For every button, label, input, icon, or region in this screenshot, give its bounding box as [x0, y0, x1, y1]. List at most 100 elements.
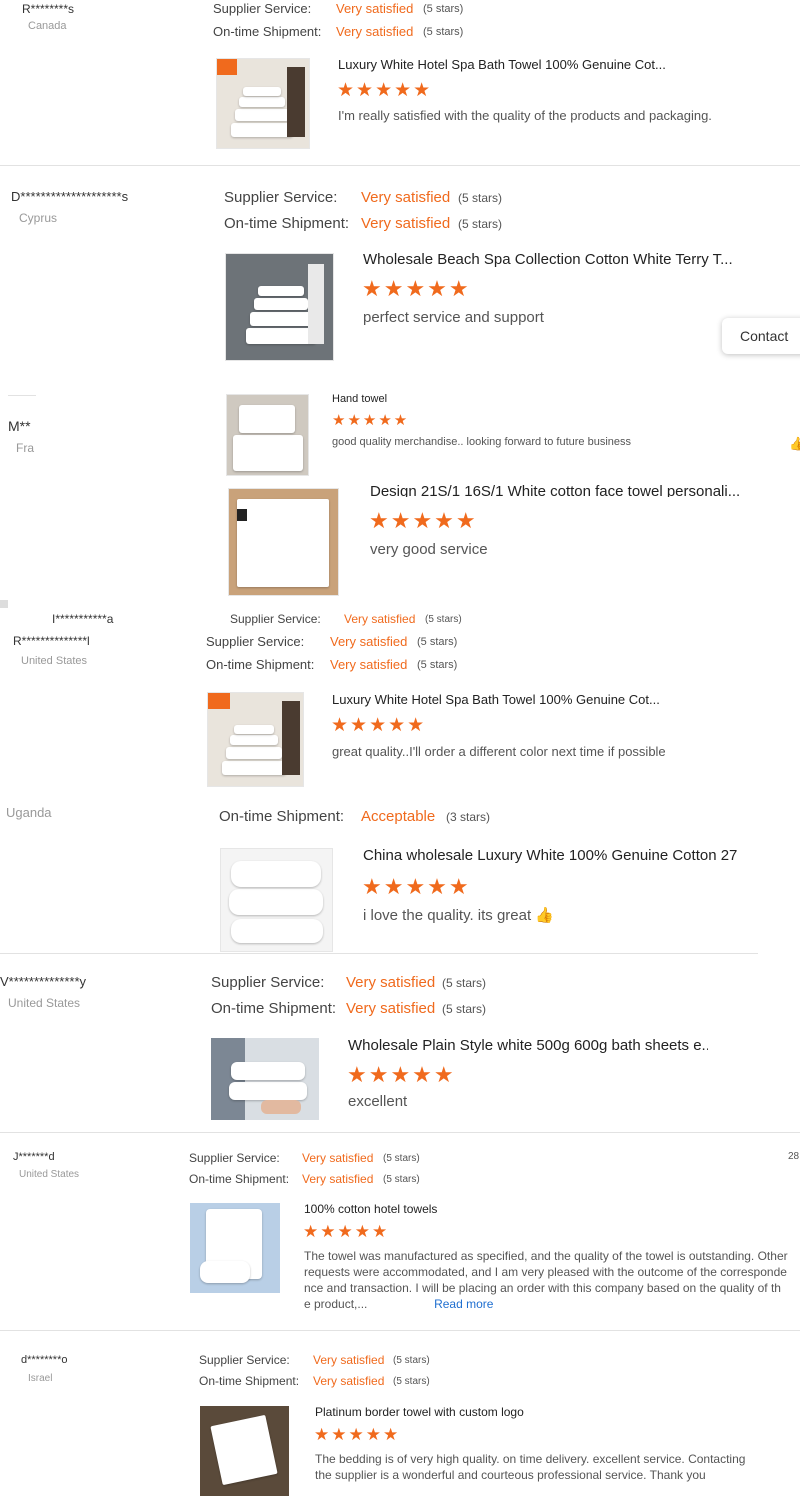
side-number: 28: [788, 1151, 800, 1162]
star-rating: ★★★★★: [331, 715, 427, 736]
reviewer-country: United States: [8, 996, 81, 1010]
review-comment: good quality merchandise.. looking forwa…: [332, 436, 632, 448]
review-comment-line: e product,...: [304, 1297, 368, 1311]
reviewer-name: M**: [8, 418, 31, 434]
review-comment-last-line: e product,... Read more: [304, 1296, 798, 1312]
ontime-shipment-label: On-time Shipment:: [213, 24, 322, 39]
review-comment-line: nce and transaction. I will be placing a…: [304, 1281, 781, 1295]
product-title[interactable]: Luxury White Hotel Spa Bath Towel 100% G…: [332, 692, 672, 707]
ontime-shipment-label: On-time Shipment:: [189, 1172, 290, 1186]
reviewer-country: Canada: [28, 20, 67, 32]
ontime-shipment-label: On-time Shipment:: [206, 657, 315, 672]
ontime-shipment-value: Very satisfied: [302, 1172, 374, 1186]
product-thumbnail[interactable]: [207, 692, 304, 787]
ontime-shipment-stars: (5 stars): [442, 1002, 487, 1016]
product-title[interactable]: 100% cotton hotel towels: [304, 1202, 604, 1216]
ontime-shipment-label: On-time Shipment:: [224, 215, 350, 232]
review-comment: very good service: [370, 541, 488, 558]
product-thumbnail[interactable]: [211, 1038, 319, 1120]
supplier-service-value: Very satisfied: [344, 612, 416, 626]
reviewer-country: United States: [21, 655, 88, 667]
product-title[interactable]: Wholesale Beach Spa Collection Cotton Wh…: [363, 251, 733, 268]
ontime-shipment-value: Very satisfied: [313, 1374, 385, 1388]
review-comment-line: The towel was manufactured as specified,…: [304, 1249, 788, 1263]
review-divider: [0, 953, 758, 954]
ontime-shipment-stars: (5 stars): [423, 26, 464, 38]
product-thumbnail[interactable]: [220, 848, 333, 952]
review-comment-line: The bedding is of very high quality. on …: [315, 1452, 746, 1466]
ontime-shipment-stars: (5 stars): [393, 1376, 430, 1387]
reviewer-country: Cyprus: [19, 211, 58, 225]
supplier-service-value: Very satisfied: [302, 1151, 374, 1165]
supplier-service-label: Supplier Service:: [224, 189, 338, 206]
supplier-service-label: Supplier Service:: [206, 634, 305, 649]
thumbs-up-icon[interactable]: 👍: [789, 436, 800, 452]
supplier-service-stars: (5 stars): [417, 636, 458, 648]
review-card: R**************l United States Supplier …: [0, 632, 800, 792]
product-thumbnail[interactable]: [216, 58, 310, 149]
reviewer-country: United States: [19, 1169, 80, 1180]
review-comment: The towel was manufactured as specified,…: [304, 1248, 798, 1312]
review-card: d********o Israel Supplier Service: Very…: [0, 1348, 800, 1500]
review-comment: I'm really satisfied with the quality of…: [338, 108, 712, 123]
product-title[interactable]: Design 21S/1 16S/1 White cotton face tow…: [370, 483, 750, 497]
supplier-service-value: Very satisfied: [346, 974, 436, 991]
product-thumbnail[interactable]: [226, 394, 309, 476]
product-title[interactable]: Hand towel: [332, 393, 532, 405]
product-thumbnail[interactable]: [200, 1406, 289, 1496]
read-more-link[interactable]: Read more: [434, 1297, 493, 1311]
review-comment: The bedding is of very high quality. on …: [315, 1451, 795, 1483]
supplier-service-value: Very satisfied: [313, 1353, 385, 1367]
star-rating: ★★★★★: [332, 412, 410, 429]
supplier-service-label: Supplier Service:: [230, 612, 321, 626]
supplier-service-stars: (5 stars): [458, 191, 503, 205]
contact-button[interactable]: Contact: [722, 318, 800, 354]
star-rating: ★★★★★: [362, 276, 471, 301]
star-rating: ★★★★★: [347, 1062, 456, 1087]
reviewer-name: d********o: [21, 1354, 68, 1366]
supplier-service-stars: (5 stars): [442, 976, 487, 990]
review-card: V**************y United States Supplier …: [0, 970, 800, 1133]
review-comment-line: requests were accommodated, and I am ver…: [304, 1265, 787, 1279]
star-rating: ★★★★★: [362, 874, 471, 899]
star-rating: ★★★★★: [303, 1222, 390, 1241]
product-thumbnail[interactable]: [190, 1203, 280, 1293]
review-divider: [0, 1132, 800, 1133]
star-rating: ★★★★★: [314, 1425, 401, 1444]
review-card: I***********a Supplier Service: Very sat…: [0, 600, 800, 630]
reviewer-name: R********s: [22, 2, 75, 16]
review-card: D********************s Cyprus Supplier S…: [0, 170, 800, 390]
supplier-service-value: Very satisfied: [361, 189, 451, 206]
ontime-shipment-value: Very satisfied: [346, 1000, 436, 1017]
product-thumbnail[interactable]: [228, 488, 339, 596]
supplier-service-stars: (5 stars): [423, 3, 464, 15]
review-comment: i love the quality. its great 👍: [363, 907, 554, 924]
ontime-shipment-stars: (5 stars): [458, 217, 503, 231]
ontime-shipment-value: Acceptable: [361, 808, 436, 825]
supplier-service-stars: (5 stars): [383, 1153, 420, 1164]
product-thumbnail[interactable]: [225, 253, 334, 361]
ontime-shipment-value: Very satisfied: [336, 24, 414, 39]
review-divider: [8, 395, 36, 396]
supplier-service-stars: (5 stars): [393, 1355, 430, 1366]
reviewer-name: I***********a: [52, 612, 114, 626]
ontime-shipment-stars: (3 stars): [446, 810, 491, 824]
product-title[interactable]: China wholesale Luxury White 100% Genuin…: [363, 847, 763, 864]
review-card: Uganda On-time Shipment: Acceptable (3 s…: [0, 796, 800, 954]
product-title[interactable]: Platinum border towel with custom logo: [315, 1405, 615, 1419]
product-title[interactable]: Luxury White Hotel Spa Bath Towel 100% G…: [338, 57, 678, 72]
review-divider: [0, 1330, 800, 1331]
supplier-service-value: Very satisfied: [330, 634, 408, 649]
supplier-service-label: Supplier Service:: [199, 1353, 290, 1367]
supplier-service-label: Supplier Service:: [211, 974, 325, 991]
ontime-shipment-label: On-time Shipment:: [219, 808, 345, 825]
ontime-shipment-stars: (5 stars): [417, 659, 458, 671]
reviewer-name: D********************s: [11, 189, 129, 204]
ontime-shipment-label: On-time Shipment:: [199, 1374, 300, 1388]
review-card: R********s Canada Supplier Service: Very…: [0, 0, 800, 166]
supplier-service-stars: (5 stars): [425, 614, 462, 625]
supplier-service-label: Supplier Service:: [213, 1, 312, 16]
review-comment: great quality..I'll order a different co…: [332, 744, 666, 759]
review-comment: excellent: [348, 1093, 408, 1110]
product-title[interactable]: Wholesale Plain Style white 500g 600g ba…: [348, 1037, 708, 1054]
